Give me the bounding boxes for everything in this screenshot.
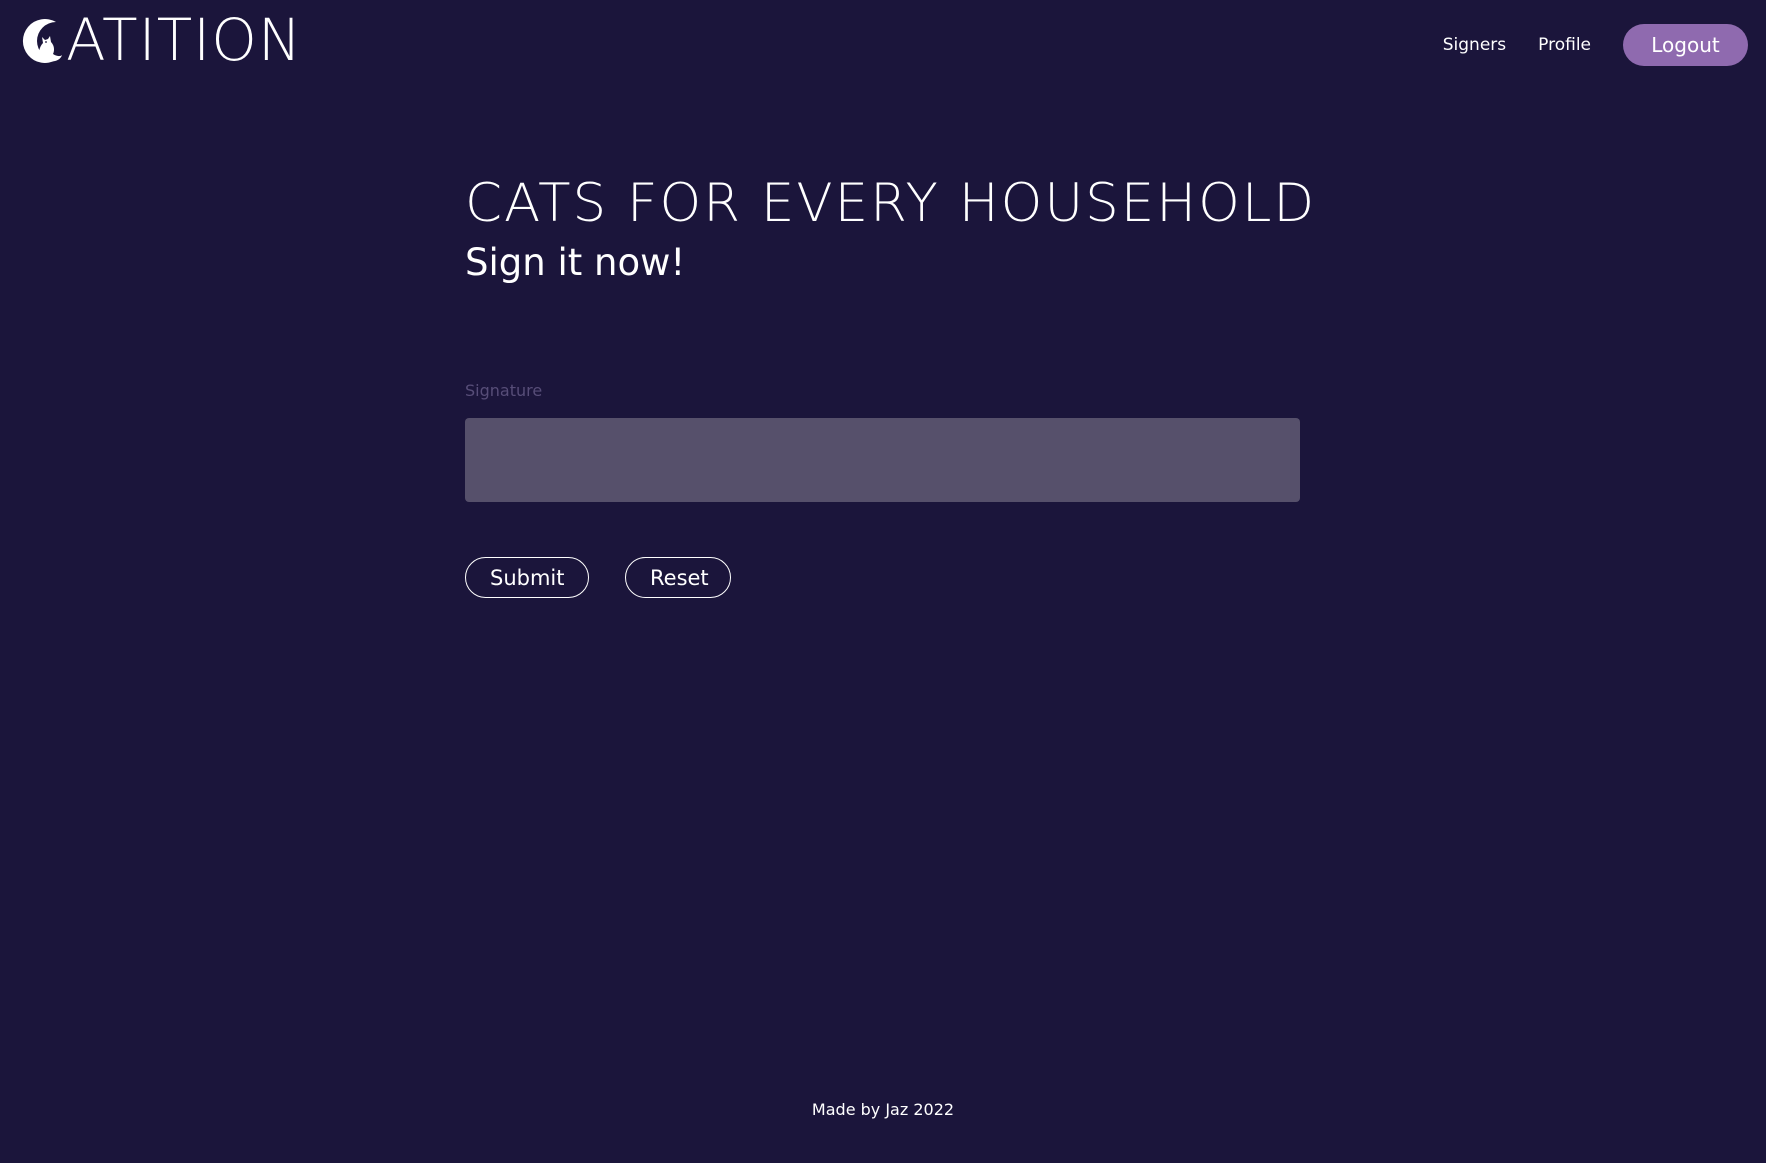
footer-text: Made by Jaz 2022 <box>811 1100 955 1119</box>
signature-canvas[interactable] <box>465 418 1300 502</box>
footer: Made by Jaz 2022 <box>0 1100 1766 1119</box>
logo[interactable]: ATITION <box>16 6 303 74</box>
nav-link-profile[interactable]: Profile <box>1538 35 1591 55</box>
page-subtitle: Sign it now! <box>465 241 686 284</box>
form-actions: Submit Reset <box>465 557 1300 598</box>
logo-text: ATITION <box>66 6 303 74</box>
logout-button[interactable]: Logout <box>1623 24 1748 66</box>
top-nav: Signers Profile Logout <box>1443 24 1748 66</box>
cat-moon-icon <box>16 14 68 66</box>
page-title: CATS FOR EVERY HOUSEHOLD <box>465 173 1317 234</box>
submit-button[interactable]: Submit <box>465 557 589 598</box>
page: ATITION Signers Profile Logout CATS FOR … <box>0 0 1766 1163</box>
petition-main: CATS FOR EVERY HOUSEHOLD Sign it now! Si… <box>465 170 1317 598</box>
reset-button[interactable]: Reset <box>625 557 731 598</box>
signature-label: Signature <box>465 381 543 400</box>
nav-link-signers[interactable]: Signers <box>1443 35 1506 55</box>
